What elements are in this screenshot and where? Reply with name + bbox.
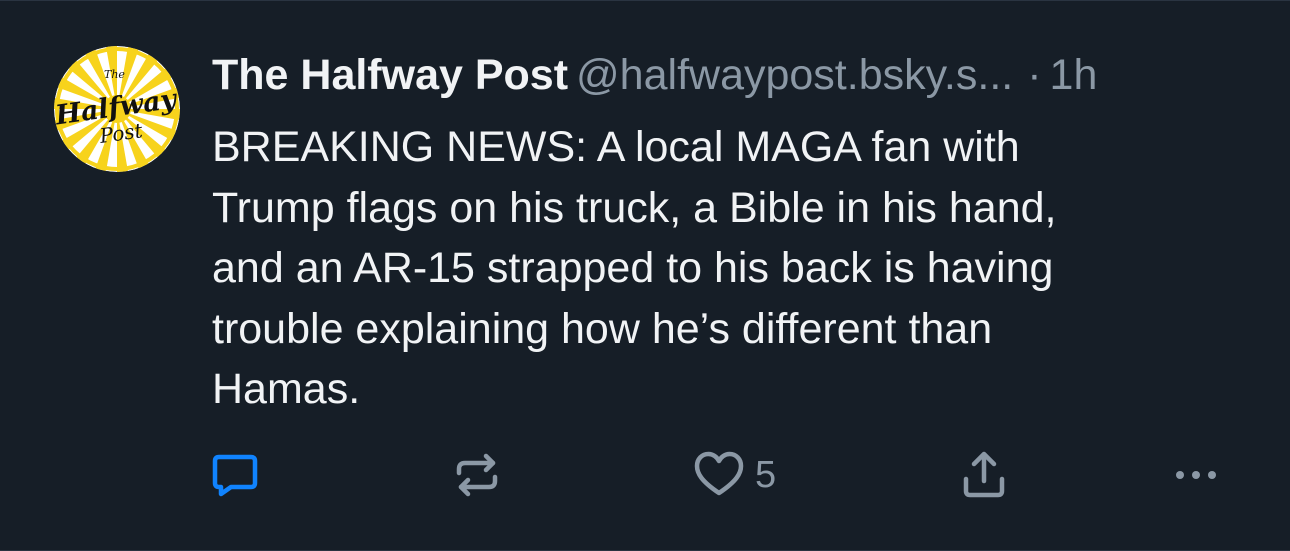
avatar[interactable]: The Halfway Post bbox=[54, 46, 180, 172]
halfway-post-logo-icon: The Halfway Post bbox=[54, 46, 180, 172]
comment-icon bbox=[212, 454, 258, 497]
more-options-button[interactable] bbox=[1172, 449, 1228, 501]
post-text: BREAKING NEWS: A local MAGA fan with Tru… bbox=[212, 123, 1057, 413]
post-timestamp[interactable]: 1h bbox=[1050, 51, 1098, 99]
share-icon bbox=[963, 451, 1005, 498]
share-button[interactable] bbox=[958, 449, 1010, 501]
like-count: 5 bbox=[755, 454, 777, 496]
author-display-name[interactable]: The Halfway Post bbox=[212, 51, 568, 99]
header-separator: · bbox=[1027, 51, 1042, 99]
svg-text:The: The bbox=[104, 68, 125, 81]
more-dots-icon bbox=[1176, 471, 1216, 479]
post-header: The Halfway Post @halfwaypost.bsky.s... · 1… bbox=[212, 49, 1272, 101]
repost-button[interactable] bbox=[451, 449, 503, 501]
like-button[interactable]: 5 bbox=[693, 449, 776, 501]
reply-button[interactable] bbox=[209, 449, 261, 501]
repost-icon bbox=[456, 453, 498, 497]
author-handle[interactable]: @halfwaypost.bsky.s... bbox=[576, 51, 1013, 99]
post-actions-bar: 5 bbox=[0, 449, 1290, 501]
post-card[interactable]: The Halfway Post The Halfway Post @halfwa… bbox=[0, 0, 1290, 551]
heart-icon bbox=[694, 451, 744, 496]
